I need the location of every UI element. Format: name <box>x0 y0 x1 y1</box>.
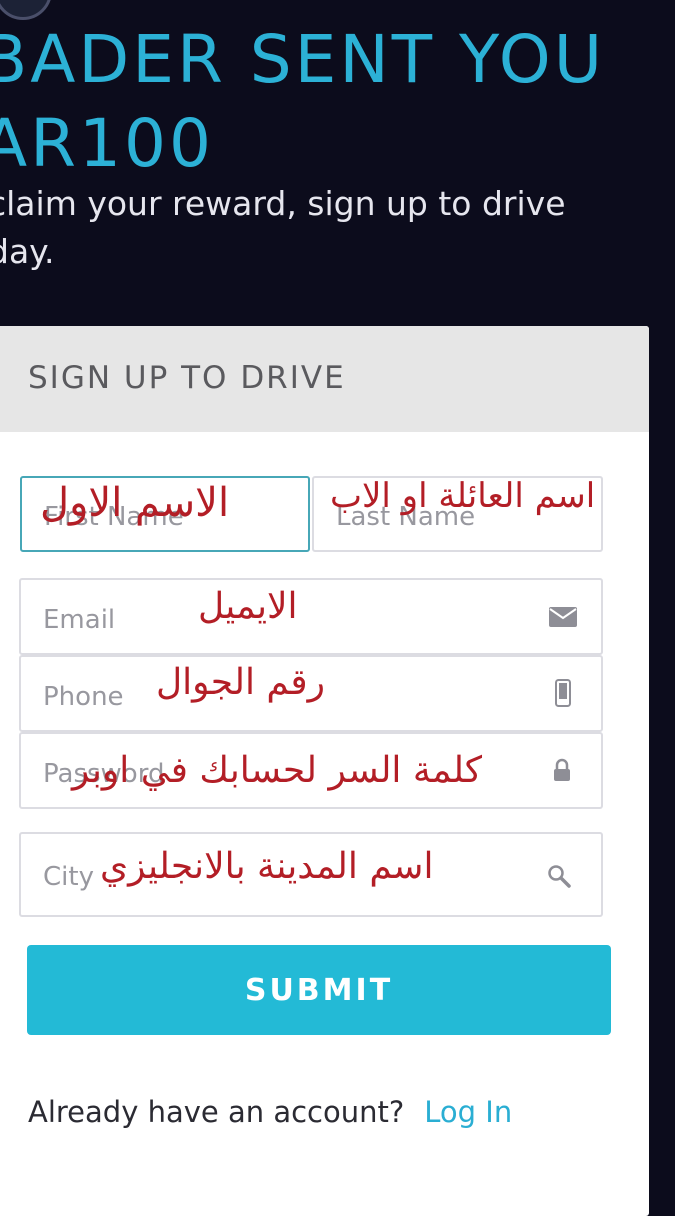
first-name-annotation: الاسم الاول <box>40 480 230 526</box>
phone-annotation: رقم الجوال <box>156 662 325 703</box>
subtext-line-2: day. <box>0 232 55 271</box>
city-placeholder: City <box>43 862 94 892</box>
headline-line-2: AR100 <box>0 105 214 182</box>
headline-line-1: BADER SENT YOU <box>0 21 606 98</box>
email-annotation: الايميل <box>198 586 298 627</box>
avatar <box>0 0 52 20</box>
submit-button[interactable]: SUBMIT <box>27 945 611 1035</box>
phone-icon <box>555 679 571 711</box>
email-placeholder: Email <box>43 605 116 635</box>
lock-icon <box>553 758 571 786</box>
search-icon <box>547 864 571 892</box>
password-annotation: كلمة السر لحسابك في اوبر <box>72 750 483 791</box>
phone-placeholder: Phone <box>43 682 124 712</box>
login-row: Already have an account? Log In <box>28 1095 512 1129</box>
login-prompt: Already have an account? <box>28 1095 405 1129</box>
email-input[interactable]: Email <box>19 578 603 655</box>
headline: BADER SENT YOU AR100 <box>0 18 605 186</box>
envelope-icon <box>549 607 577 631</box>
subtext: claim your reward, sign up to drive day. <box>0 180 668 276</box>
card-header: SIGN UP TO DRIVE <box>0 326 649 432</box>
last-name-annotation: اسم العائلة او الاب <box>330 476 596 516</box>
subtext-line-1: claim your reward, sign up to drive <box>0 184 566 223</box>
city-annotation: اسم المدينة بالانجليزي <box>100 846 434 887</box>
form-title: SIGN UP TO DRIVE <box>28 360 346 396</box>
login-link[interactable]: Log In <box>424 1095 512 1129</box>
